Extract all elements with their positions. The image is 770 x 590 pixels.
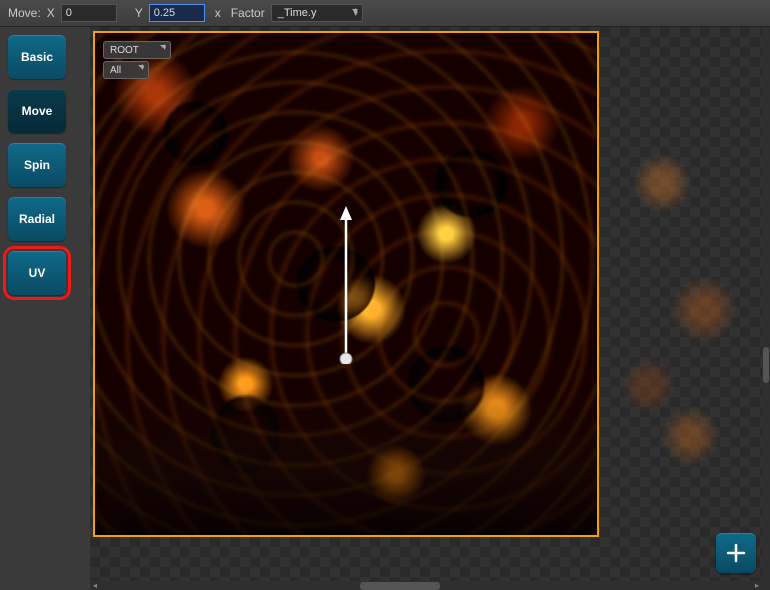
x-input[interactable]: 0 — [61, 4, 117, 22]
x-value: 0 — [66, 7, 72, 19]
move-label: Move: — [8, 6, 41, 20]
root-dropdown-value: ROOT — [110, 45, 139, 56]
horizontal-scrollbar[interactable]: ◂ ▸ — [90, 581, 762, 590]
canvas-area[interactable]: ROOT ▴▾ All ▴▾ ◂ — [90, 27, 770, 590]
filter-dropdown-value: All — [110, 65, 121, 76]
vertical-scrollbar-thumb[interactable] — [763, 347, 769, 383]
fade-gradient — [95, 385, 597, 535]
tab-label: Move — [22, 104, 53, 118]
x-label: X — [47, 6, 55, 20]
scroll-left-icon[interactable]: ◂ — [90, 582, 100, 590]
tab-label: Radial — [19, 212, 55, 226]
direction-arrow[interactable] — [336, 204, 356, 364]
plus-icon — [724, 541, 748, 565]
tab-label: Spin — [24, 158, 50, 172]
tab-label: UV — [29, 266, 46, 280]
tab-move[interactable]: Move — [8, 89, 66, 133]
add-button[interactable] — [716, 533, 756, 573]
y-value: 0.25 — [154, 7, 175, 19]
tab-radial[interactable]: Radial — [8, 197, 66, 241]
vertical-scrollbar[interactable] — [762, 27, 770, 590]
tab-spin[interactable]: Spin — [8, 143, 66, 187]
tab-basic[interactable]: Basic — [8, 35, 66, 79]
tab-uv[interactable]: UV — [8, 251, 66, 295]
factor-label: Factor — [231, 6, 265, 20]
times-label: x — [215, 6, 221, 20]
texture-viewport[interactable]: ROOT ▴▾ All ▴▾ — [93, 31, 599, 537]
main-area: Basic Move Spin Radial UV ROOT ▴▾ All ▴▾ — [0, 27, 770, 590]
filter-dropdown[interactable]: All ▴▾ — [103, 61, 149, 79]
overflow-preview — [620, 31, 760, 537]
factor-dropdown[interactable]: _Time.y ▴▾ — [271, 4, 363, 22]
y-input[interactable]: 0.25 — [149, 4, 205, 22]
sidebar: Basic Move Spin Radial UV — [0, 27, 90, 590]
horizontal-scrollbar-thumb[interactable] — [360, 582, 440, 590]
top-toolbar: Move: X 0 Y 0.25 x Factor _Time.y ▴▾ — [0, 0, 770, 27]
scroll-right-icon[interactable]: ▸ — [752, 582, 762, 590]
tab-label: Basic — [21, 50, 53, 64]
y-label: Y — [135, 6, 143, 20]
factor-value: _Time.y — [278, 7, 317, 19]
root-dropdown[interactable]: ROOT ▴▾ — [103, 41, 171, 59]
